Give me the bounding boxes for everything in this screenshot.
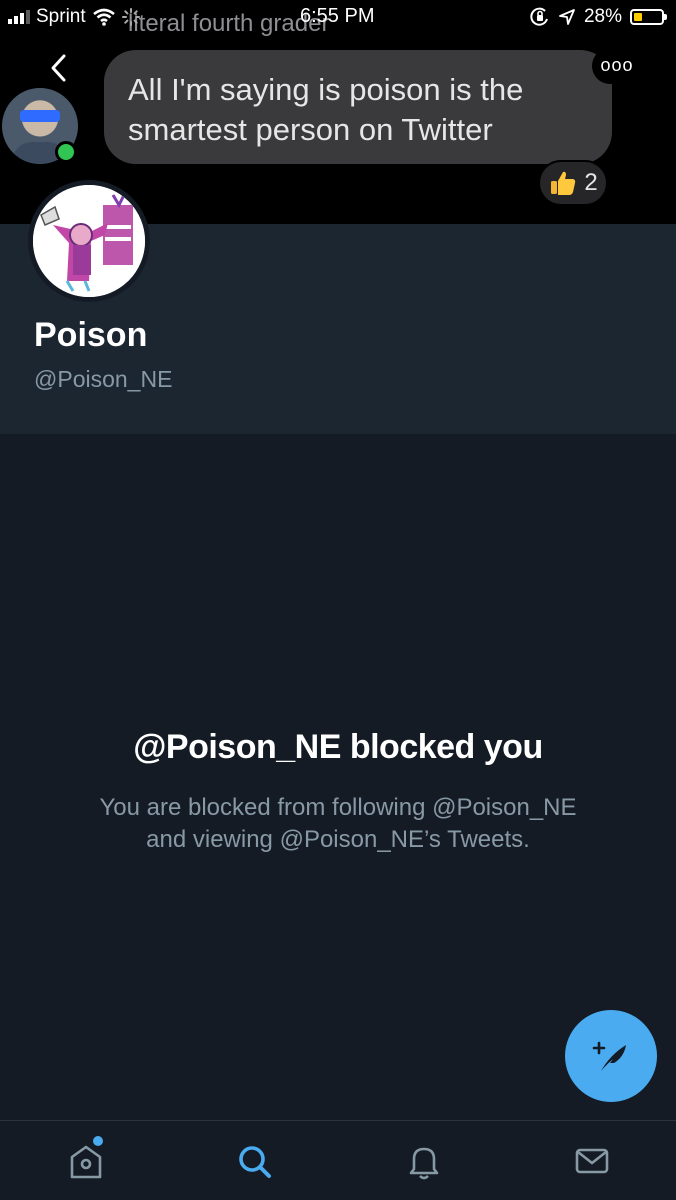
orientation-lock-icon: [530, 7, 548, 26]
signal-strength-icon: [8, 10, 30, 24]
back-chevron-icon[interactable]: [44, 50, 74, 86]
profile-name: Poison: [34, 316, 148, 354]
location-arrow-icon: [559, 9, 575, 25]
online-status-dot: [55, 141, 77, 163]
messages-envelope-icon[interactable]: [570, 1139, 614, 1183]
status-bar: Sprint 6:55 PM 28%: [0, 0, 676, 40]
thumbs-up-icon: [551, 171, 576, 195]
status-time: 6:55 PM: [300, 5, 375, 27]
battery-icon: [630, 9, 667, 25]
notifications-bell-icon[interactable]: [402, 1139, 446, 1183]
compose-tweet-button[interactable]: [565, 1010, 657, 1102]
wifi-icon: [92, 8, 115, 26]
profile-handle: @Poison_NE: [34, 366, 173, 392]
chat-message-bubble[interactable]: All I'm saying is poison is the smartest…: [104, 50, 612, 164]
more-options-button[interactable]: ooo: [592, 48, 642, 84]
home-icon[interactable]: [64, 1139, 108, 1183]
bottom-tab-bar: [0, 1120, 676, 1200]
compose-tweet-icon: [592, 1041, 626, 1071]
blocked-description-line-1: You are blocked from following @Poison_N…: [99, 794, 577, 821]
reaction-badge[interactable]: 2: [538, 160, 608, 206]
blocked-description: You are blocked from following @Poison_N…: [0, 792, 676, 856]
blocked-heading: @Poison_NE blocked you: [133, 728, 543, 766]
blocked-description-line-2: and viewing @Poison_NE’s Tweets.: [146, 826, 530, 853]
profile-avatar-drawing: [33, 185, 145, 297]
search-icon[interactable]: [232, 1139, 276, 1183]
loading-spinner-icon: [121, 8, 140, 26]
reaction-count: 2: [584, 169, 598, 196]
carrier-label: Sprint: [36, 6, 86, 27]
home-notification-dot: [93, 1136, 103, 1146]
battery-percent: 28%: [583, 6, 622, 27]
profile-avatar[interactable]: [28, 180, 150, 302]
